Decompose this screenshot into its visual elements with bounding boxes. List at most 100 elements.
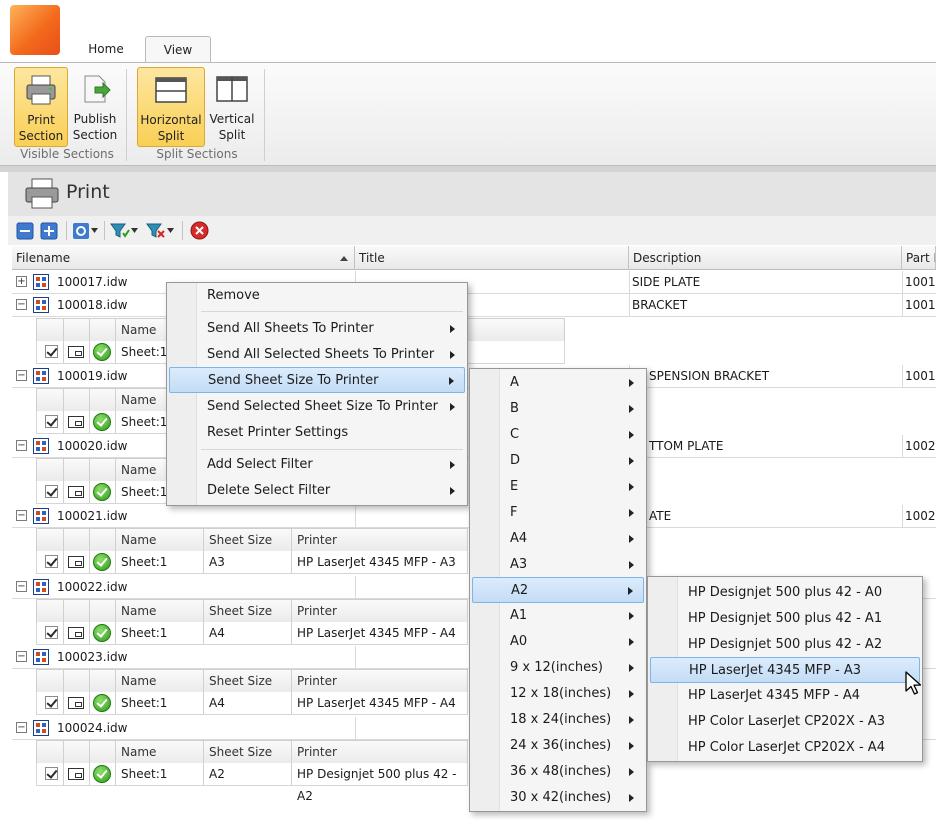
sheet-icon: [68, 697, 84, 709]
size-option-12x18[interactable]: 12 x 18(inches): [472, 681, 644, 707]
cell-divider: [115, 411, 116, 433]
size-option-e[interactable]: E: [472, 474, 644, 500]
ribbon-body: Print Section Publish Section Visible Se…: [0, 62, 936, 166]
menu-item-reset-printer-settings[interactable]: Reset Printer Settings: [169, 420, 465, 446]
sheet-checkbox[interactable]: [45, 696, 58, 709]
sheet-checkbox[interactable]: [45, 555, 58, 568]
size-option-36x48[interactable]: 36 x 48(inches): [472, 759, 644, 785]
size-option-30x42[interactable]: 30 x 42(inches): [472, 785, 644, 811]
sheet-checkbox[interactable]: [45, 485, 58, 498]
menu-item-label: Reset Printer Settings: [207, 425, 349, 440]
size-option-a3[interactable]: A3: [472, 552, 644, 578]
size-option-b[interactable]: B: [472, 396, 644, 422]
cell-divider: [902, 271, 903, 294]
collapse-all-button[interactable]: [16, 220, 34, 241]
settings-dropdown-button[interactable]: [72, 220, 98, 241]
collapse-toggle[interactable]: −: [16, 651, 27, 662]
menu-item-remove[interactable]: Remove: [169, 283, 465, 309]
sheet-row[interactable]: Sheet:1 A3 HP LaserJet 4345 MFP - A3: [36, 551, 468, 574]
size-option-a2[interactable]: A2: [472, 577, 644, 603]
menu-item-send-sheet-size[interactable]: Send Sheet Size To Printer: [169, 367, 465, 393]
printer-option[interactable]: HP Color LaserJet CP202X - A3: [650, 709, 920, 735]
collapse-toggle[interactable]: −: [16, 510, 27, 521]
sheet-checkbox[interactable]: [45, 767, 58, 780]
cancel-button[interactable]: [190, 220, 209, 241]
cell-divider: [63, 741, 64, 763]
size-option-a4[interactable]: A4: [472, 526, 644, 552]
submenu-arrow-icon: [450, 351, 455, 359]
size-option-c[interactable]: C: [472, 422, 644, 448]
cell-divider: [115, 600, 116, 622]
menu-item-delete-select-filter[interactable]: Delete Select Filter: [169, 478, 465, 504]
horizontal-split-button[interactable]: Horizontal Split: [137, 67, 205, 147]
vertical-split-button[interactable]: Vertical Split: [207, 67, 257, 147]
sheet-row[interactable]: Sheet:1 A4 HP LaserJet 4345 MFP - A4: [36, 622, 468, 645]
sheet-column-printer: Printer: [297, 604, 337, 618]
collapse-toggle[interactable]: −: [16, 440, 27, 451]
cell-divider: [291, 692, 292, 714]
size-option-a[interactable]: A: [472, 370, 644, 396]
expand-toggle[interactable]: +: [16, 276, 27, 287]
print-section-button[interactable]: Print Section: [14, 67, 68, 147]
cell-divider: [203, 741, 204, 763]
clear-filter-dropdown-button[interactable]: [146, 220, 174, 241]
menu-item-send-all-sheets[interactable]: Send All Sheets To Printer: [169, 316, 465, 342]
column-header-part-number[interactable]: Part N: [902, 246, 936, 270]
menu-item-label: HP Designjet 500 plus 42 - A0: [688, 585, 883, 600]
menu-item-send-selected-sheet-size[interactable]: Send Selected Sheet Size To Printer: [169, 394, 465, 420]
sheet-checkbox[interactable]: [45, 345, 58, 358]
printer-option[interactable]: HP Designjet 500 plus 42 - A1: [650, 606, 920, 632]
sheet-row[interactable]: Sheet:1 A2 HP Designjet 500 plus 42 - A2: [36, 763, 468, 803]
column-header-title[interactable]: Title: [355, 246, 629, 270]
menu-separator: [201, 449, 463, 450]
printer-option[interactable]: HP Designjet 500 plus 42 - A2: [650, 632, 920, 658]
menu-item-add-select-filter[interactable]: Add Select Filter: [169, 452, 465, 478]
menu-item-label: A3: [510, 557, 528, 572]
printer-option[interactable]: HP Color LaserJet CP202X - A4: [650, 735, 920, 761]
size-option-f[interactable]: F: [472, 500, 644, 526]
collapse-toggle[interactable]: −: [16, 299, 27, 310]
filter-dropdown-button[interactable]: [110, 220, 138, 241]
ribbon-group-separator: [264, 69, 265, 161]
expand-all-button[interactable]: [40, 220, 58, 241]
printer-option[interactable]: HP Designjet 500 plus 42 - A0: [650, 580, 920, 606]
size-option-d[interactable]: D: [472, 448, 644, 474]
size-option-a1[interactable]: A1: [472, 603, 644, 629]
printer-option[interactable]: HP LaserJet 4345 MFP - A4: [650, 683, 920, 709]
column-header-description[interactable]: Description: [629, 246, 902, 270]
sheet-checkbox[interactable]: [45, 626, 58, 639]
column-header-filename[interactable]: Filename: [12, 246, 355, 270]
size-option-24x36[interactable]: 24 x 36(inches): [472, 733, 644, 759]
collapse-toggle[interactable]: −: [16, 581, 27, 592]
collapse-toggle[interactable]: −: [16, 370, 27, 381]
file-row[interactable]: − 100018.idw BRACKET 1001: [12, 294, 936, 317]
publish-section-button[interactable]: Publish Section: [70, 67, 120, 147]
size-option-9x12[interactable]: 9 x 12(inches): [472, 655, 644, 681]
collapse-toggle[interactable]: −: [16, 722, 27, 733]
size-option-18x24[interactable]: 18 x 24(inches): [472, 707, 644, 733]
status-ok-icon: [93, 483, 111, 501]
menu-item-label: F: [510, 505, 518, 520]
printer-option-selected[interactable]: HP LaserJet 4345 MFP - A3: [650, 657, 920, 683]
sheet-column-printer: Printer: [297, 674, 337, 688]
cell-divider: [115, 481, 116, 503]
file-row[interactable]: + 100017.idw SIDE PLATE 1001: [12, 271, 936, 294]
cell-divider: [63, 319, 64, 341]
tab-home[interactable]: Home: [78, 36, 134, 63]
context-menu: Remove Send All Sheets To Printer Send A…: [166, 282, 468, 506]
tab-view[interactable]: View: [145, 36, 211, 63]
application-menu-button[interactable]: [10, 5, 60, 55]
menu-item-label: HP LaserJet 4345 MFP - A3: [689, 663, 862, 678]
sheet-header-row: Name Sheet Size Printer: [36, 528, 468, 552]
file-name: 100021.idw: [57, 509, 128, 523]
sheet-checkbox[interactable]: [45, 415, 58, 428]
drawing-file-icon: [33, 297, 49, 313]
menu-item-send-all-selected-sheets[interactable]: Send All Selected Sheets To Printer: [169, 342, 465, 368]
size-option-a0[interactable]: A0: [472, 629, 644, 655]
file-name: 100024.idw: [57, 721, 128, 735]
menu-item-label: HP LaserJet 4345 MFP - A4: [688, 688, 861, 703]
status-ok-icon: [93, 765, 111, 783]
file-name: 100022.idw: [57, 580, 128, 594]
printer-icon: [25, 178, 59, 209]
sheet-row[interactable]: Sheet:1 A4 HP LaserJet 4345 MFP - A4: [36, 692, 468, 715]
